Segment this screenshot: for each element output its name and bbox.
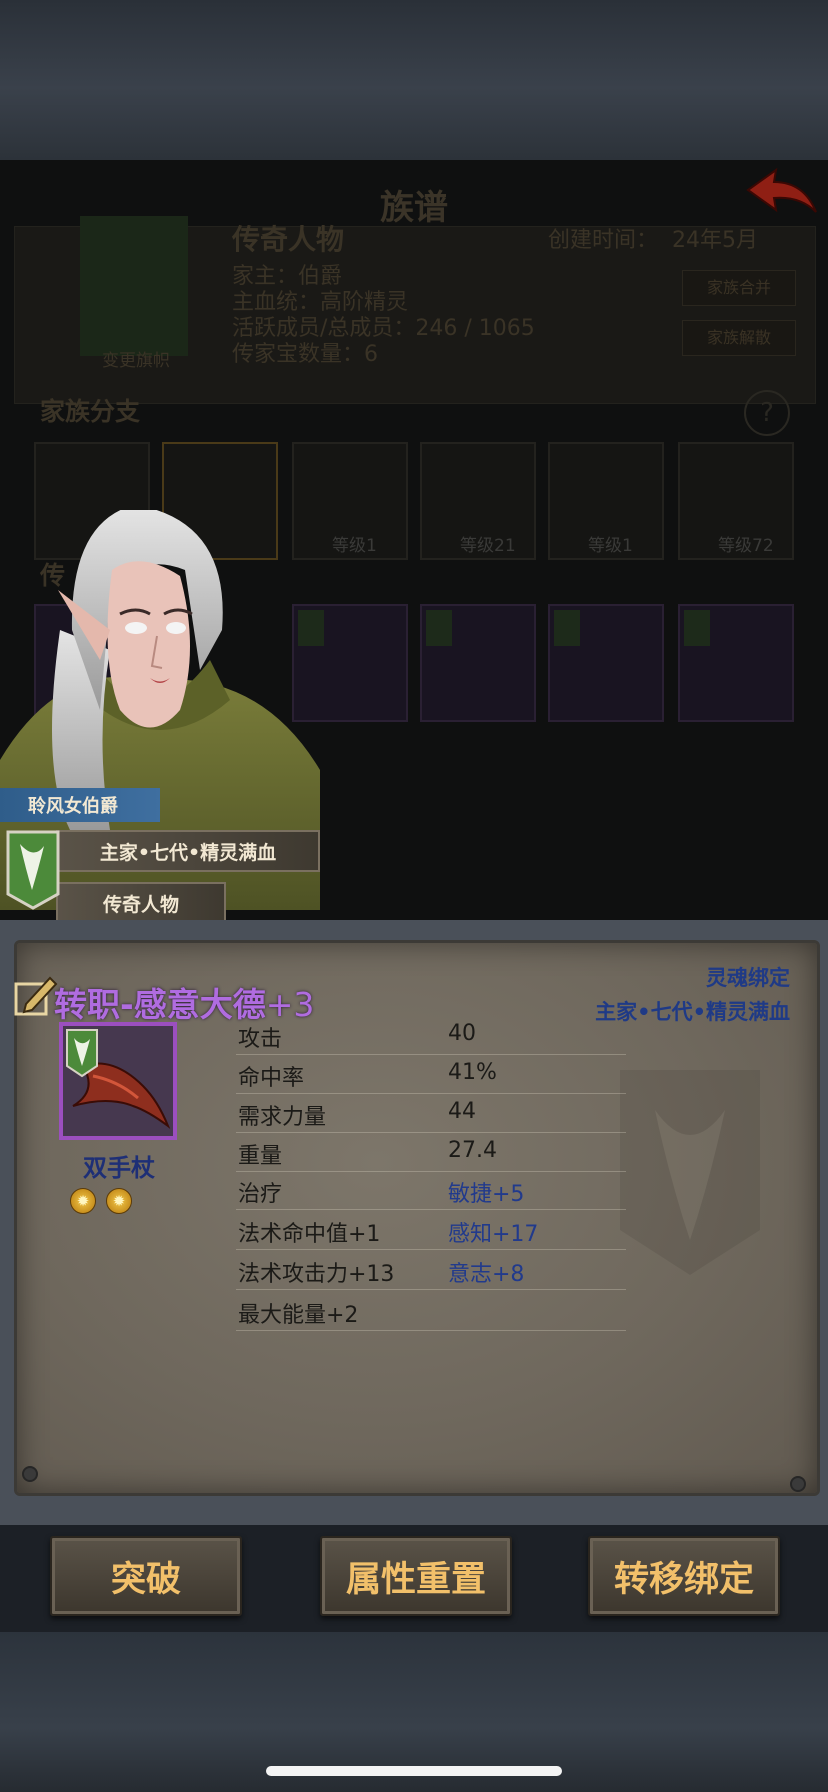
transfer-binding-button[interactable]: 转移绑定 [588,1536,780,1616]
stat-row: 重量 27.4 [236,1133,626,1172]
character-lineage-ribbon: 主家•七代•精灵满血 [56,830,320,872]
heirloom-slot[interactable] [548,604,664,722]
stat-row: 攻击 40 [236,1016,626,1055]
stat-name: 治疗 [238,1182,283,1207]
heirloom-slot[interactable] [420,604,536,722]
branch-slot[interactable]: 等级72 [678,442,794,560]
stat-bonus: 敏捷+5 [448,1182,525,1207]
back-arrow-icon[interactable] [742,164,822,224]
stat-name: 重量 [238,1144,283,1169]
stat-row: 命中率 41% [236,1055,626,1094]
item-name: 转职-感意大德 [54,985,266,1024]
branch-title: 家族分支 [40,397,141,426]
stat-value: 44 [448,1099,476,1124]
staff-icon [66,1029,171,1129]
character-rank-ribbon: 传奇人物 [56,882,226,924]
family-banner-icon [6,830,60,910]
stat-row: 最大能量+2 [236,1292,626,1331]
heirloom-slot[interactable] [678,604,794,722]
help-icon[interactable]: ? [744,390,790,436]
item-icon[interactable] [59,1022,177,1140]
stat-value: 41% [448,1060,497,1085]
home-indicator[interactable] [266,1766,562,1776]
branch-slot[interactable]: 等级1 [548,442,664,560]
watermark-emblem [620,1070,760,1275]
family-banner-icon [80,216,188,356]
stat-name: 最大能量+2 [238,1303,359,1328]
top-stone-band [0,0,828,160]
rename-pencil-icon[interactable] [12,972,58,1018]
created-label: 创建时间： [548,228,659,253]
branch-slot[interactable]: 等级21 [420,442,536,560]
panel-rivet [790,1476,806,1492]
breakthrough-button[interactable]: 突破 [50,1536,242,1616]
family-name: 传奇人物 [232,223,345,256]
binding-status: 灵魂绑定 [706,966,790,990]
merge-family-button[interactable]: 家族合并 [682,270,796,306]
branch-level: 等级72 [718,536,774,556]
branch-level: 等级1 [332,536,377,556]
stat-name: 法术攻击力+13 [238,1262,395,1287]
stat-bonus: 感知+17 [448,1222,539,1247]
stat-name: 攻击 [238,1027,283,1052]
stat-name: 法术命中值+1 [238,1222,381,1247]
stat-name: 需求力量 [238,1105,327,1130]
branch-level: 等级21 [460,536,516,556]
created-value: 24年5月 [672,228,758,253]
disband-family-button[interactable]: 家族解散 [682,320,796,356]
stat-row: 治疗 敏捷+5 [236,1171,626,1210]
stat-value: 27.4 [448,1138,497,1163]
item-type: 双手杖 [83,1154,155,1182]
change-banner-label: 变更旗帜 [102,351,170,371]
star-icon: ✹ [106,1188,132,1214]
branch-level: 等级1 [588,536,633,556]
star-icon: ✹ [70,1188,96,1214]
heirloom-count: 传家宝数量：6 [232,342,378,367]
stat-row: 需求力量 44 [236,1094,626,1133]
panel-rivet [22,1466,38,1482]
character-title-ribbon: 聆风女伯爵 [0,788,160,822]
reset-attributes-button[interactable]: 属性重置 [320,1536,512,1616]
stat-name: 命中率 [238,1066,305,1091]
stat-row: 法术攻击力+13 意志+8 [236,1251,626,1290]
stat-row: 法术命中值+1 感知+17 [236,1211,626,1250]
stat-value: 40 [448,1021,476,1046]
stat-bonus: 意志+8 [448,1262,525,1287]
